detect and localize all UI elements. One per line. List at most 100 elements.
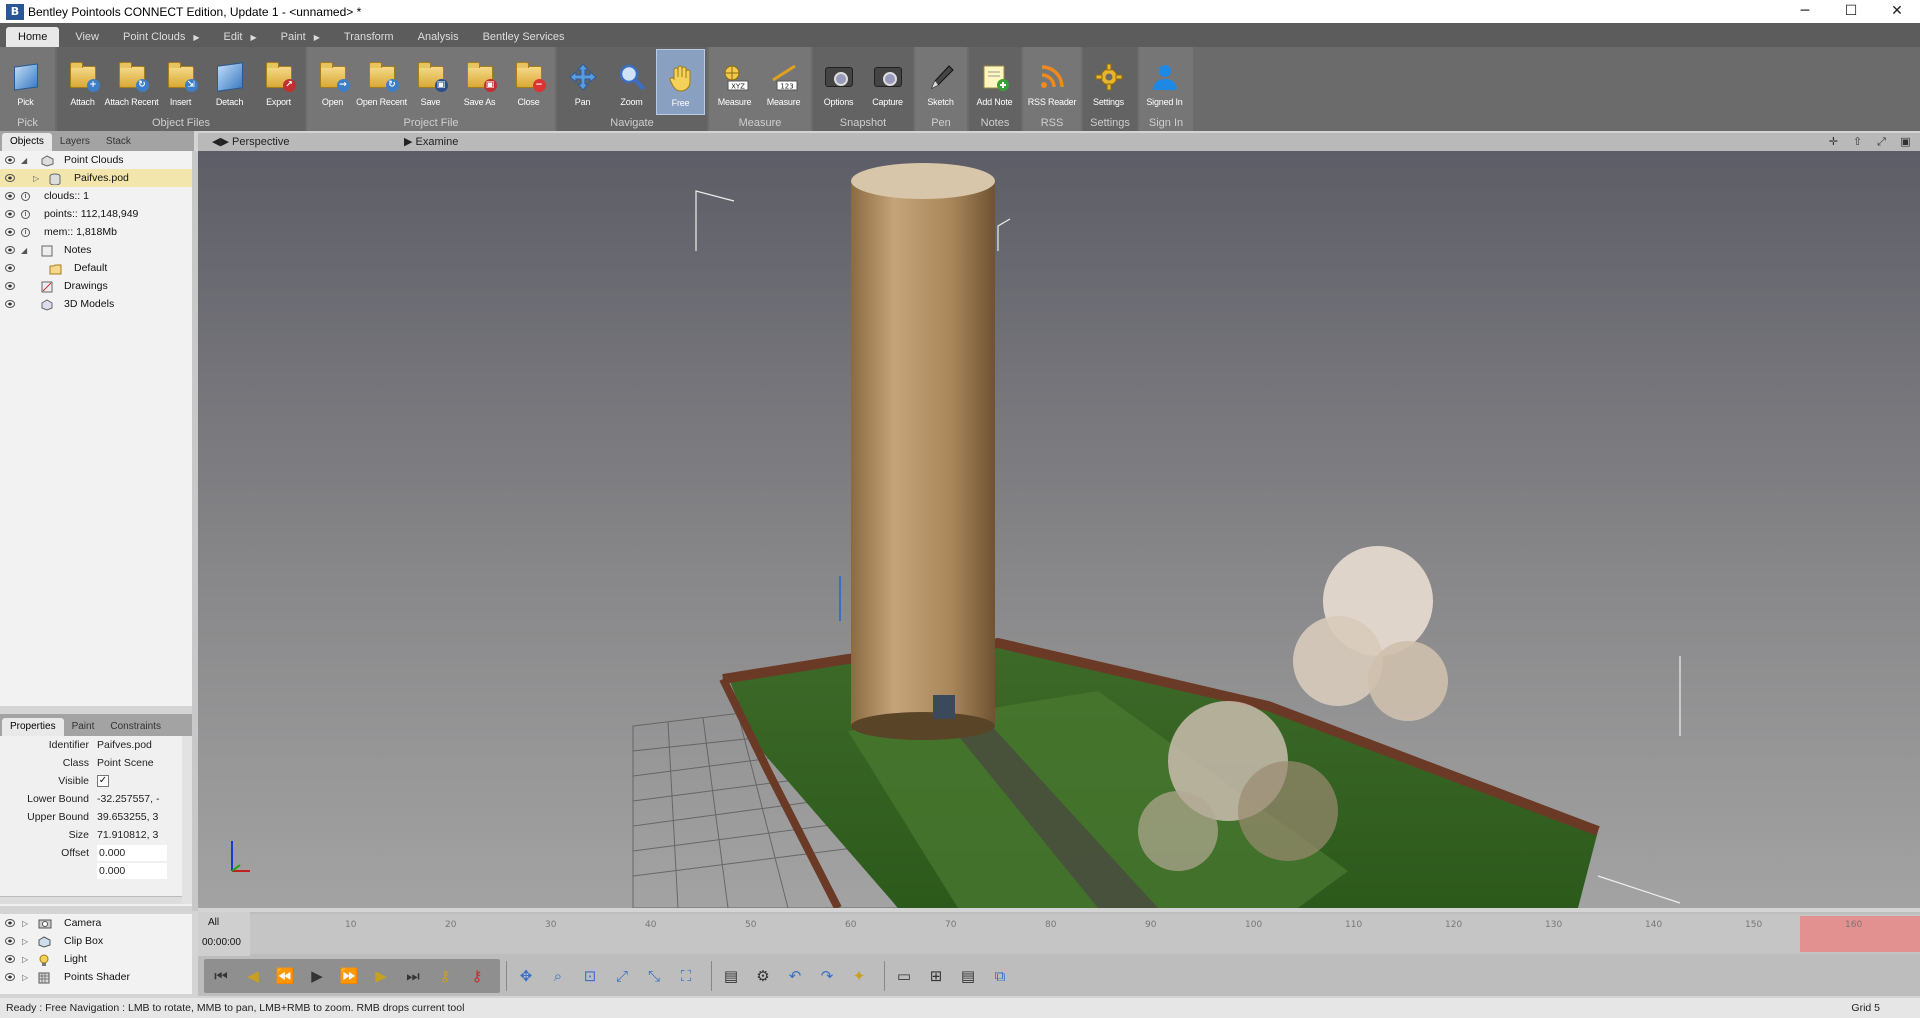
expand-icon[interactable]: ▷ — [22, 919, 28, 928]
tree-item-default[interactable]: Default — [0, 259, 192, 277]
render-settings-icon[interactable]: ⚙ — [750, 963, 776, 989]
eye-icon[interactable] — [5, 955, 15, 963]
snapshot-options-button[interactable]: Options — [814, 49, 863, 115]
eye-icon[interactable] — [5, 282, 15, 290]
next-key-icon[interactable]: ▶ — [368, 963, 394, 989]
detach-button[interactable]: Detach — [205, 49, 254, 115]
tab-paint-props[interactable]: Paint — [64, 718, 103, 736]
close-project-button[interactable]: − Close — [504, 49, 553, 115]
tab-transform[interactable]: Transform — [332, 27, 406, 47]
prev-key-icon[interactable]: ◀ — [240, 963, 266, 989]
zoom-window-icon[interactable]: ⊡ — [577, 963, 603, 989]
tab-view[interactable]: View — [63, 27, 111, 47]
capture-button[interactable]: Capture — [863, 49, 912, 115]
visible-checkbox[interactable]: ✓ — [97, 775, 109, 787]
save-button[interactable]: ▣ Save — [406, 49, 455, 115]
add-note-button[interactable]: Add Note — [970, 49, 1019, 115]
eye-icon[interactable] — [5, 973, 15, 981]
view-fit-icon[interactable]: ⛶ — [673, 963, 699, 989]
tab-stack[interactable]: Stack — [98, 133, 139, 151]
expand-icon[interactable]: ◢ — [21, 156, 27, 165]
sketch-button[interactable]: Sketch — [916, 49, 965, 115]
remove-key-icon[interactable]: ⚷ — [464, 963, 490, 989]
rss-reader-button[interactable]: RSS Reader — [1024, 49, 1080, 115]
open-button[interactable]: → Open — [308, 49, 357, 115]
eye-icon[interactable] — [5, 264, 15, 272]
measure-distance-button[interactable]: 123 Measure — [759, 49, 808, 115]
offset-y-field[interactable]: 0.000 — [97, 863, 167, 879]
eye-icon[interactable] — [5, 300, 15, 308]
tab-paint[interactable]: Paint ▶ — [269, 27, 332, 47]
pan-button[interactable]: Pan — [558, 49, 607, 115]
zoom-tool-icon[interactable]: ⌕ — [545, 963, 571, 989]
tab-analysis[interactable]: Analysis — [406, 27, 471, 47]
zoom-extents-icon[interactable]: ⤢ — [609, 963, 635, 989]
filmstrip-icon[interactable]: ▤ — [718, 963, 744, 989]
perspective-toggle[interactable]: ◀▶ Perspective — [212, 133, 289, 151]
minimize-button[interactable]: ─ — [1782, 0, 1828, 23]
tab-properties[interactable]: Properties — [2, 718, 64, 736]
eye-icon[interactable] — [5, 174, 15, 182]
single-view-icon[interactable]: ▭ — [891, 963, 917, 989]
tree-item-3d-models[interactable]: 3D Models — [0, 295, 192, 313]
last-frame-icon[interactable]: ⏭ — [400, 963, 426, 989]
fit-view-icon[interactable]: ⤢ — [1875, 135, 1888, 148]
move-icon[interactable]: ✛ — [1827, 135, 1840, 148]
eye-icon[interactable] — [5, 192, 15, 200]
scene-item-light[interactable]: ▷ Light — [0, 950, 192, 968]
tab-home[interactable]: Home — [6, 27, 60, 47]
tab-constraints[interactable]: Constraints — [102, 718, 169, 736]
tab-point-clouds[interactable]: Point Clouds ▶ — [111, 27, 212, 47]
eye-icon[interactable] — [5, 156, 15, 164]
pan-tool-icon[interactable]: ✥ — [513, 963, 539, 989]
offset-x-field[interactable]: 0.000 — [97, 845, 167, 861]
tree-item-drawings[interactable]: Drawings — [0, 277, 192, 295]
magic-wand-icon[interactable]: ✦ — [846, 963, 872, 989]
measure-xyz-button[interactable]: XYZ Measure — [710, 49, 759, 115]
expand-icon[interactable]: ◢ — [21, 246, 27, 255]
up-arrow-icon[interactable]: ⇧ — [1851, 135, 1864, 148]
tree-item-paifves-pod[interactable]: ▷ Paifves.pod — [0, 169, 192, 187]
scene-item-points-shader[interactable]: ▷ Points Shader — [0, 968, 192, 986]
maximize-view-icon[interactable]: ▣ — [1899, 135, 1912, 148]
attach-recent-button[interactable]: ↻ Attach Recent — [105, 49, 159, 115]
undo-icon[interactable]: ↶ — [782, 963, 808, 989]
save-as-button[interactable]: ▣ Save As — [455, 49, 504, 115]
eye-icon[interactable] — [5, 228, 15, 236]
scene-item-camera[interactable]: ▷ Camera — [0, 914, 192, 932]
properties-vscrollbar[interactable] — [182, 736, 192, 904]
attach-button[interactable]: + Attach — [58, 49, 107, 115]
close-button[interactable]: ✕ — [1874, 0, 1920, 23]
zoom-button[interactable]: Zoom — [607, 49, 656, 115]
prev-frame-icon[interactable]: ⏪ — [272, 963, 298, 989]
tab-objects[interactable]: Objects — [2, 133, 52, 151]
zoom-selection-icon[interactable]: ⤡ — [641, 963, 667, 989]
eye-icon[interactable] — [5, 246, 15, 254]
properties-hscrollbar[interactable] — [0, 896, 182, 904]
add-key-icon[interactable]: ⚷ — [432, 963, 458, 989]
pick-button[interactable]: Pick — [1, 49, 50, 115]
expand-icon[interactable]: ▷ — [22, 955, 28, 964]
insert-button[interactable]: ⇲ Insert — [156, 49, 205, 115]
fullscreen-icon[interactable]: ⧉ — [987, 963, 1013, 989]
tab-edit[interactable]: Edit ▶ — [212, 27, 269, 47]
play-icon[interactable]: ▶ — [304, 963, 330, 989]
3d-viewport[interactable] — [198, 151, 1920, 908]
tree-item-point-clouds[interactable]: ◢ Point Clouds — [0, 151, 192, 169]
expand-icon[interactable]: ▷ — [33, 174, 39, 183]
open-recent-button[interactable]: ↻ Open Recent — [356, 49, 407, 115]
settings-button[interactable]: Settings — [1084, 49, 1133, 115]
eye-icon[interactable] — [5, 210, 15, 218]
expand-icon[interactable]: ▷ — [22, 937, 28, 946]
export-button[interactable]: ↗ Export — [254, 49, 303, 115]
eye-icon[interactable] — [5, 919, 15, 927]
maximize-button[interactable]: ☐ — [1828, 0, 1874, 23]
tab-layers[interactable]: Layers — [52, 133, 98, 151]
tab-bentley-services[interactable]: Bentley Services — [471, 27, 577, 47]
first-frame-icon[interactable]: ⏮ — [208, 963, 234, 989]
timeline-ruler[interactable]: 10 20 30 40 50 60 70 80 90 100 110 120 1… — [250, 914, 1920, 954]
redo-icon[interactable]: ↷ — [814, 963, 840, 989]
next-frame-icon[interactable]: ⏩ — [336, 963, 362, 989]
expand-icon[interactable]: ▷ — [22, 973, 28, 982]
tree-item-notes[interactable]: ◢ Notes — [0, 241, 192, 259]
